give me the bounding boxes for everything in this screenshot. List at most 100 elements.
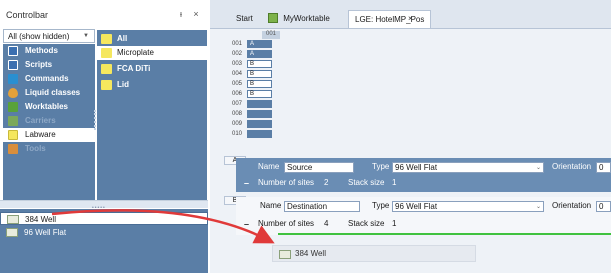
tab-lge-hotelmp-pos[interactable]: LGE: HotelMP_Pos [348, 10, 432, 28]
tab-myworktable[interactable]: MyWorktable [262, 10, 336, 28]
item-label: Microplate [117, 48, 154, 57]
close-icon[interactable]: × [408, 14, 413, 23]
site-b-type-dropdown[interactable]: 96 Well Flat [392, 201, 544, 212]
slot-cell[interactable]: B [247, 80, 272, 88]
slot-number: 009 [232, 121, 243, 127]
slot-cell[interactable]: A [247, 50, 272, 58]
carrier-slot[interactable]: 003 B [232, 59, 272, 69]
carrier-slot[interactable]: 006 B [232, 89, 272, 99]
labware-type-fca-diti[interactable]: FCA DiTi [97, 62, 207, 76]
site-b-stack-value: 1 [392, 219, 397, 228]
chevron-down-icon[interactable]: ⌄ [536, 164, 541, 171]
category-commands[interactable]: Commands [3, 72, 95, 86]
carrier-slot[interactable]: 007 [232, 99, 272, 109]
carrier-slot[interactable]: 008 [232, 109, 272, 119]
category-label: Liquid classes [25, 88, 81, 97]
slot-cell[interactable]: B [247, 90, 272, 98]
scripts-icon [8, 60, 18, 70]
site-b-name-label: Name [260, 201, 282, 210]
carrier-slot[interactable]: 005 B [232, 79, 272, 89]
labware-type-lid[interactable]: Lid [97, 78, 207, 92]
carrier-slot[interactable]: 004 B [232, 69, 272, 79]
labware-type-all[interactable]: All [97, 32, 207, 46]
chevron-down-icon[interactable]: ▼ [83, 33, 89, 39]
labware-label: 96 Well Flat [24, 228, 67, 237]
category-tools[interactable]: Tools [3, 142, 95, 156]
tab-start[interactable]: Start [230, 10, 259, 28]
carrier-slot[interactable]: 009 [232, 119, 272, 129]
pin-icon[interactable]: ᵻ [176, 9, 186, 19]
slot-number: 008 [232, 111, 243, 117]
slot-cell[interactable] [247, 100, 272, 108]
liquid-icon [8, 88, 18, 98]
category-liquid-classes[interactable]: Liquid classes [3, 86, 95, 100]
site-a-stack-label: Stack size [348, 178, 385, 187]
labware-icon [101, 48, 112, 58]
site-a-type-dropdown[interactable]: 96 Well Flat [392, 162, 544, 173]
slot-cell[interactable] [247, 130, 272, 138]
tab-label: MyWorktable [283, 14, 330, 23]
carrier-slot[interactable]: 002 A [232, 49, 272, 59]
site-a-orientation-field[interactable]: 0 [596, 162, 611, 173]
collapse-icon[interactable]: – [242, 179, 251, 188]
plate-icon [279, 250, 291, 259]
item-label: All [117, 34, 128, 43]
slot-number: 007 [232, 101, 243, 107]
labware-label: 384 Well [25, 215, 56, 224]
site-b-type-label: Type [372, 201, 390, 210]
labware-type-microplate[interactable]: Microplate [97, 46, 207, 60]
methods-icon [8, 46, 18, 56]
plate-icon [6, 228, 18, 237]
item-label: FCA DiTi [117, 64, 151, 73]
slot-number: 001 [232, 41, 243, 47]
drag-preview-label: 384 Well [295, 249, 326, 258]
labware-row-384-well[interactable]: 384 Well [0, 212, 208, 225]
slot-number: 006 [232, 91, 243, 97]
site-a-name-field[interactable]: Source [284, 162, 354, 173]
site-a-stack-value: 1 [392, 178, 397, 187]
slot-cell[interactable]: B [247, 70, 272, 78]
site-a-sites-value: 2 [324, 178, 329, 187]
labware-icon [101, 34, 112, 44]
site-b-sites-value: 4 [324, 219, 329, 228]
slot-number: 010 [232, 131, 243, 137]
labware-type-list: All Microplate FCA DiTi Lid [97, 30, 207, 200]
slot-cell[interactable]: B [247, 60, 272, 68]
category-label: Commands [25, 74, 69, 83]
site-b-orientation-field[interactable]: 0 [596, 201, 611, 212]
category-list: Methods Scripts Commands Liquid classes … [3, 44, 95, 200]
site-b-orientation-label: Orientation [552, 201, 592, 210]
carrier-header: 001 [262, 31, 280, 39]
slot-number: 002 [232, 51, 243, 57]
slot-cell[interactable]: A [247, 40, 272, 48]
labware-icon [101, 80, 112, 90]
slot-cell[interactable] [247, 120, 272, 128]
category-worktables[interactable]: Worktables [3, 100, 95, 114]
labware-icon [8, 130, 18, 140]
category-labware[interactable]: Labware [3, 128, 95, 142]
slot-cell[interactable] [247, 110, 272, 118]
category-carriers[interactable]: Carriers [3, 114, 95, 128]
slot-number: 005 [232, 81, 243, 87]
worktable-icon [8, 102, 18, 112]
category-methods[interactable]: Methods [3, 44, 95, 58]
category-label: Methods [25, 46, 58, 55]
site-b-name-field[interactable]: Destination [284, 201, 360, 212]
close-icon[interactable]: × [191, 9, 201, 19]
controlbar-panel: Controlbar ᵻ × All (show hidden) ▼ Metho… [0, 0, 208, 273]
filter-dropdown[interactable]: All (show hidden) [3, 29, 95, 43]
site-b-sites-label: Number of sites [258, 219, 315, 228]
site-b-stack-label: Stack size [348, 219, 385, 228]
carrier-slot[interactable]: 001 A [232, 39, 272, 49]
site-a-panel: Name Source Type 96 Well Flat ⌄ Orientat… [236, 158, 611, 192]
site-b-panel: Name Destination Type 96 Well Flat ⌄ Ori… [236, 197, 611, 235]
chevron-down-icon[interactable]: ⌄ [536, 203, 541, 210]
labware-row-96-well-flat[interactable]: 96 Well Flat [0, 226, 208, 239]
category-label: Scripts [25, 60, 53, 69]
slot-number: 004 [232, 71, 243, 77]
carrier-slot[interactable]: 010 [232, 129, 272, 139]
site-a-type-label: Type [372, 162, 390, 171]
category-label: Carriers [25, 116, 56, 125]
collapse-icon[interactable]: – [242, 220, 251, 229]
category-scripts[interactable]: Scripts [3, 58, 95, 72]
